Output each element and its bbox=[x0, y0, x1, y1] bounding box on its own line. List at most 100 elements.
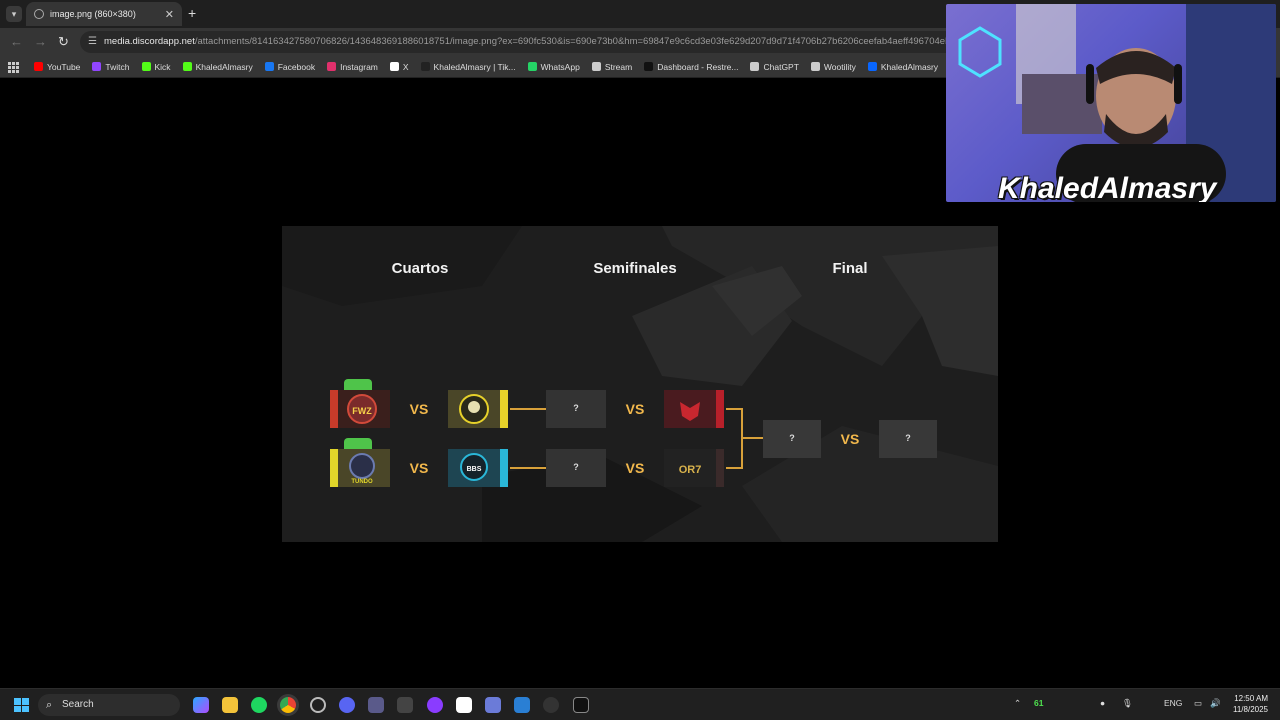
spotify-icon[interactable] bbox=[251, 697, 267, 713]
streamer-name: KhaledAlmasry bbox=[998, 172, 1217, 202]
reload-icon[interactable]: ↻ bbox=[58, 34, 69, 50]
bookmark-label: Kick bbox=[154, 61, 171, 72]
vs-label: VS bbox=[409, 460, 429, 476]
tab-active[interactable]: image.png (860×380) ✕ bbox=[26, 2, 182, 26]
file-explorer-icon[interactable] bbox=[222, 697, 238, 713]
svg-text:TUNDO: TUNDO bbox=[351, 479, 373, 485]
wooting-icon bbox=[810, 62, 820, 71]
chrome-icon[interactable] bbox=[280, 697, 296, 713]
whatsapp-icon bbox=[527, 62, 537, 71]
obs-icon[interactable] bbox=[310, 697, 326, 713]
clock-date: 11/8/2025 bbox=[1233, 705, 1268, 714]
team-bbs: BBS bbox=[448, 449, 508, 487]
discord-tray-icon[interactable]: ● bbox=[1100, 698, 1105, 708]
youtube-icon bbox=[34, 62, 43, 71]
search-placeholder: Search bbox=[62, 699, 94, 710]
connector-line bbox=[510, 408, 546, 410]
bookmark-label: Twitch bbox=[105, 61, 130, 72]
gamepad-icon[interactable] bbox=[485, 697, 501, 713]
chatgpt-icon bbox=[750, 62, 760, 71]
forward-icon[interactable]: → bbox=[34, 34, 47, 49]
team-unknown: ? bbox=[546, 449, 606, 487]
bookmark-label: Stream bbox=[604, 61, 633, 72]
keyboard-app-icon[interactable] bbox=[397, 697, 413, 713]
clock[interactable]: 12:50 AM 11/8/2025 bbox=[1233, 693, 1268, 715]
team-tundo: TUNDO bbox=[330, 449, 390, 487]
instagram-icon bbox=[327, 62, 337, 71]
taskbar: ⌕ Search ⌃ 61 ● 🎙 ENG ▭ 🔊 12:50 AM 11/8/… bbox=[0, 688, 1280, 720]
vs-label: VS bbox=[840, 431, 860, 447]
bookmark-item[interactable]: Kick bbox=[136, 62, 177, 72]
back-icon[interactable]: ← bbox=[10, 34, 23, 49]
bookmark-item[interactable]: X bbox=[384, 62, 415, 72]
semi-match-2: ? VS OR7 bbox=[546, 449, 726, 487]
semi-match-1: ? VS bbox=[546, 390, 726, 428]
bookmark-item[interactable]: WhatsApp bbox=[522, 62, 586, 72]
volume-icon[interactable]: 🔊 bbox=[1210, 698, 1221, 709]
team-unknown: ? bbox=[763, 420, 821, 458]
4k-app-icon[interactable] bbox=[543, 697, 559, 713]
column-title-quarterfinals: Cuartos bbox=[391, 260, 449, 277]
team-fwz: FWZ bbox=[330, 390, 390, 428]
bookmark-item[interactable]: Facebook bbox=[259, 62, 321, 72]
globe-icon bbox=[34, 9, 44, 19]
vs-label: VS bbox=[409, 401, 429, 417]
column-title-semifinals: Semifinales bbox=[593, 260, 677, 277]
twitch-icon bbox=[92, 62, 102, 71]
bookmark-label: YouTube bbox=[47, 61, 81, 72]
capcut-icon[interactable] bbox=[573, 697, 589, 713]
network-icon[interactable]: ▭ bbox=[1194, 698, 1202, 709]
bookmark-item[interactable]: Dashboard - Restre... bbox=[638, 62, 744, 72]
team-unknown: ? bbox=[546, 390, 606, 428]
app-icon[interactable] bbox=[368, 697, 384, 713]
connector-line bbox=[726, 408, 742, 410]
site-info-icon[interactable]: ☰ bbox=[88, 31, 97, 53]
discord-icon[interactable] bbox=[339, 697, 355, 713]
store-icon[interactable] bbox=[456, 697, 472, 713]
bookmark-item[interactable]: KhaledAlmasry bbox=[862, 62, 944, 72]
meta-icon bbox=[867, 62, 877, 71]
team-or7: OR7 bbox=[664, 449, 724, 487]
bookmark-label: Instagram bbox=[340, 61, 378, 72]
language-indicator[interactable]: ENG bbox=[1164, 698, 1182, 708]
bookmark-label: X bbox=[402, 61, 409, 72]
bookmark-item[interactable]: Wootility bbox=[805, 62, 862, 72]
tray-counter: 61 bbox=[1034, 698, 1044, 708]
chevron-up-icon[interactable]: ⌃ bbox=[1014, 698, 1021, 709]
url-host: media.discordapp.net bbox=[104, 36, 195, 47]
column-title-final: Final bbox=[832, 260, 868, 277]
restream-icon bbox=[644, 62, 654, 71]
bookmark-label: Dashboard - Restre... bbox=[657, 61, 739, 72]
bookmark-label: Facebook bbox=[277, 61, 316, 72]
tournament-bracket-image: Cuartos Semifinales Final FWZ VS TUNDO V… bbox=[282, 226, 998, 542]
apps-grid-icon[interactable] bbox=[8, 61, 19, 73]
bookmark-item[interactable]: KhaledAlmasry bbox=[177, 62, 259, 72]
search-icon: ⌕ bbox=[46, 699, 53, 711]
svg-text:BBS: BBS bbox=[467, 466, 482, 473]
bookmark-label: KhaledAlmasry bbox=[195, 61, 253, 72]
vs-label: VS bbox=[625, 460, 645, 476]
bookmark-item[interactable]: KhaledAlmasry | Tik... bbox=[415, 62, 522, 72]
kick-icon bbox=[182, 62, 192, 71]
windows-start-icon[interactable] bbox=[14, 698, 29, 712]
address-bar[interactable]: ☰ media.discordapp.net/attachments/81416… bbox=[80, 31, 980, 53]
bookmark-label: KhaledAlmasry bbox=[880, 61, 939, 72]
bookmark-item[interactable]: YouTube bbox=[28, 62, 86, 72]
app-blue-icon[interactable] bbox=[514, 697, 530, 713]
bookmark-item[interactable]: Instagram bbox=[321, 62, 384, 72]
copilot-icon[interactable] bbox=[193, 697, 209, 713]
quarter-match-1: FWZ VS bbox=[330, 379, 510, 428]
team-skull bbox=[448, 390, 508, 428]
connector-line bbox=[741, 437, 763, 439]
taskbar-search[interactable]: ⌕ Search bbox=[38, 694, 180, 716]
bookmark-item[interactable]: Twitch bbox=[86, 62, 135, 72]
new-tab-button[interactable]: + bbox=[188, 5, 196, 21]
bookmark-label: Wootility bbox=[823, 61, 856, 72]
tab-search-dropdown[interactable]: ▾ bbox=[6, 6, 22, 22]
app-purple-icon[interactable] bbox=[427, 697, 443, 713]
close-icon[interactable]: ✕ bbox=[165, 8, 174, 21]
bookmark-item[interactable]: Stream bbox=[586, 62, 638, 72]
microphone-icon[interactable]: 🎙 bbox=[1122, 698, 1133, 709]
bookmark-item[interactable]: ChatGPT bbox=[744, 62, 804, 72]
kick-icon bbox=[141, 62, 151, 71]
